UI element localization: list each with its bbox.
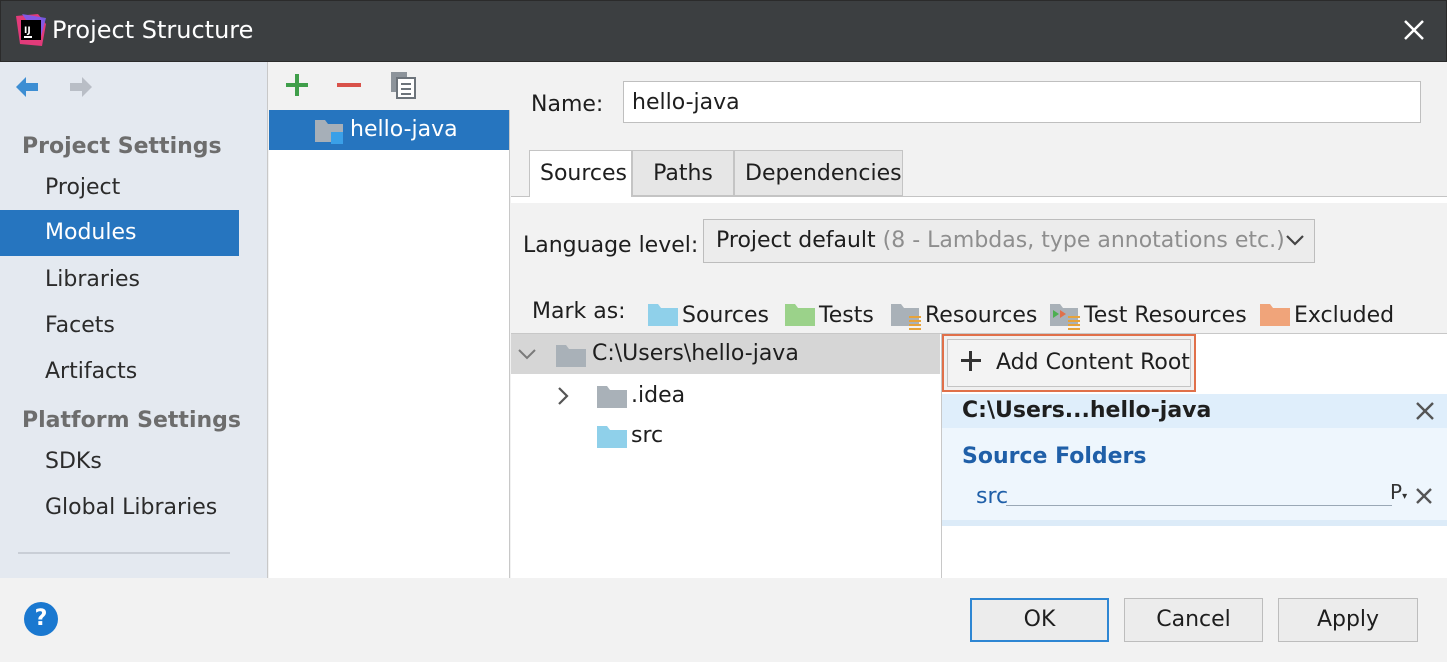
source-folder-icon — [597, 426, 627, 448]
tab-paths[interactable]: Paths — [632, 150, 734, 196]
sources-folder-icon — [648, 304, 678, 326]
add-icon[interactable] — [281, 68, 313, 102]
language-level-dropdown[interactable]: Project default (8 - Lambdas, type annot… — [703, 219, 1315, 263]
chevron-down-icon[interactable] — [517, 346, 537, 362]
project-settings-heading: Project Settings — [22, 134, 222, 159]
sidebar-divider — [18, 552, 230, 554]
add-content-root-label: Add Content Root — [947, 339, 1191, 387]
copy-icon[interactable] — [387, 68, 419, 102]
tab-panel — [511, 197, 1447, 203]
module-list-toolbar — [269, 62, 510, 110]
window-title: Project Structure — [52, 16, 254, 44]
apply-button[interactable]: Apply — [1278, 598, 1418, 642]
mark-resources-label: Resources — [925, 303, 1038, 328]
module-folder-icon — [315, 120, 343, 144]
mark-sources-button[interactable]: Sources — [648, 302, 770, 332]
mark-resources-button[interactable]: Resources — [891, 302, 1038, 332]
platform-settings-heading: Platform Settings — [22, 408, 241, 433]
sidebar-item-libraries[interactable]: Libraries — [0, 257, 239, 303]
tree-item-src[interactable]: src — [511, 416, 940, 456]
forward-arrow-icon[interactable] — [66, 72, 96, 102]
name-label: Name: — [531, 92, 604, 117]
sidebar-item-artifacts[interactable]: Artifacts — [0, 349, 239, 395]
mark-tests-label: Tests — [819, 303, 874, 328]
content-root-header: C:\Users...hello-java — [942, 394, 1447, 428]
language-level-value: Project default — [716, 228, 876, 253]
sidebar-item-facets[interactable]: Facets — [0, 303, 239, 349]
content-root-panel: Add Content Root C:\Users...hello-java S… — [941, 333, 1447, 578]
module-name-input[interactable] — [623, 81, 1421, 123]
sidebar-item-modules[interactable]: Modules — [0, 210, 239, 256]
resources-folder-icon — [891, 304, 921, 330]
source-folder-underline — [1006, 505, 1392, 506]
add-content-root-button[interactable]: Add Content Root — [942, 334, 1196, 392]
content-root-path: C:\Users...hello-java — [962, 398, 1212, 423]
source-folders-title: Source Folders — [962, 444, 1147, 469]
intellij-app-icon: IJ — [16, 14, 46, 46]
content-root-tree: C:\Users\hello-java .idea src — [511, 333, 941, 578]
tab-sources[interactable]: Sources — [529, 150, 632, 197]
mark-as-label: Mark as: — [532, 299, 626, 324]
mark-sources-label: Sources — [682, 303, 770, 328]
excluded-folder-icon — [1260, 304, 1290, 326]
tests-folder-icon — [785, 304, 815, 326]
language-level-hint: (8 - Lambdas, type annotations etc.) — [882, 228, 1285, 253]
mark-test-resources-label: Test Resources — [1084, 303, 1247, 328]
module-list-item[interactable]: hello-java — [269, 110, 509, 150]
cancel-button[interactable]: Cancel — [1124, 598, 1263, 642]
mark-excluded-button[interactable]: Excluded — [1260, 302, 1394, 332]
svg-text:IJ: IJ — [24, 26, 31, 36]
tree-root-row[interactable]: C:\Users\hello-java — [511, 334, 940, 374]
tree-item-label: src — [631, 423, 664, 448]
dialog-footer: ? OK Cancel Apply — [0, 578, 1447, 662]
folder-icon — [556, 345, 586, 367]
source-folder-item[interactable]: src — [976, 482, 1008, 512]
ok-button[interactable]: OK — [970, 598, 1109, 642]
back-arrow-icon[interactable] — [12, 72, 42, 102]
language-level-label: Language level: — [523, 233, 699, 258]
chevron-down-icon — [1286, 235, 1304, 246]
mark-test-resources-button[interactable]: Test Resources — [1050, 302, 1247, 332]
remove-source-folder-icon[interactable] — [1414, 486, 1434, 506]
folder-icon — [597, 386, 627, 408]
plus-icon — [961, 351, 981, 371]
tree-root-label: C:\Users\hello-java — [592, 341, 799, 366]
tab-dependencies[interactable]: Dependencies — [734, 150, 903, 196]
module-name: hello-java — [350, 117, 458, 142]
remove-content-root-icon[interactable] — [1414, 400, 1436, 422]
remove-icon[interactable] — [333, 68, 365, 102]
test-resources-folder-icon — [1050, 304, 1080, 330]
tree-item-label: .idea — [631, 383, 686, 408]
source-folders-section: Source Folders src P▾ — [942, 428, 1447, 526]
tree-item-idea[interactable]: .idea — [511, 376, 940, 416]
package-prefix-glyph: P — [1390, 480, 1403, 504]
chevron-right-icon[interactable] — [555, 386, 571, 406]
sidebar-item-global-libraries[interactable]: Global Libraries — [0, 485, 239, 531]
package-prefix-icon[interactable]: P▾ — [1390, 478, 1407, 511]
sidebar-item-project[interactable]: Project — [0, 165, 239, 211]
module-list-panel: hello-java — [269, 62, 510, 578]
mark-excluded-label: Excluded — [1294, 303, 1395, 328]
help-button[interactable]: ? — [24, 602, 58, 636]
sidebar-item-sdks[interactable]: SDKs — [0, 439, 239, 485]
mark-tests-button[interactable]: Tests — [785, 302, 877, 332]
close-window-icon[interactable] — [1396, 10, 1432, 50]
